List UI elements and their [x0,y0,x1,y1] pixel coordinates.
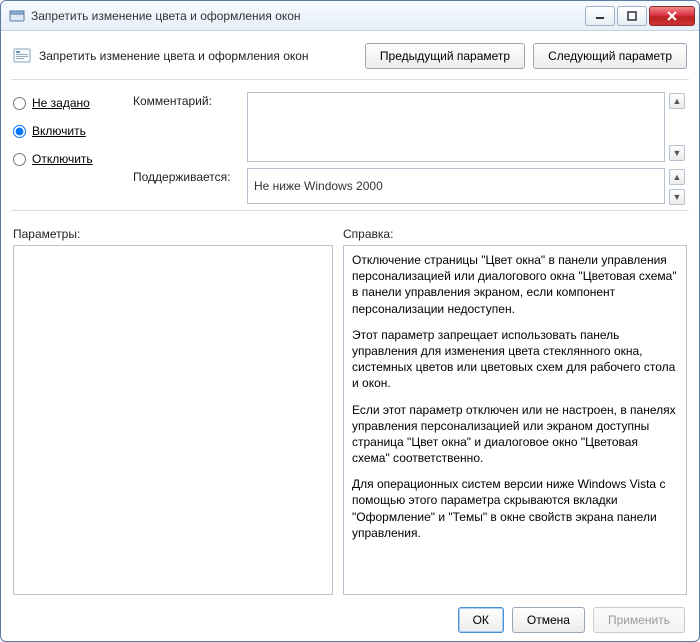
help-paragraph: Отключение страницы "Цвет окна" в панели… [352,252,678,317]
radio-not-configured-label[interactable]: Не задано [32,96,90,110]
maximize-button[interactable] [617,6,647,26]
comment-scrollbar[interactable]: ▲ ▼ [669,92,687,162]
close-button[interactable] [649,6,695,26]
content-row: Параметры: Справка: Отключение страницы … [11,217,689,599]
radio-not-configured[interactable]: Не задано [13,96,123,110]
radio-disabled-label[interactable]: Отключить [32,152,93,166]
scroll-down-icon[interactable]: ▼ [669,145,685,161]
minimize-button[interactable] [585,6,615,26]
titlebar: Запретить изменение цвета и оформления о… [1,1,699,31]
help-box[interactable]: Отключение страницы "Цвет окна" в панели… [343,245,687,595]
window-controls [585,6,695,26]
supported-scrollbar[interactable]: ▲ ▼ [669,168,687,206]
supported-label: Поддерживается: [133,168,243,184]
radio-enabled-label[interactable]: Включить [32,124,86,138]
cancel-button[interactable]: Отмена [512,607,585,633]
previous-setting-button[interactable]: Предыдущий параметр [365,43,525,69]
comment-textarea[interactable] [247,92,665,162]
radio-disabled[interactable]: Отключить [13,152,123,166]
apply-button[interactable]: Применить [593,607,685,633]
separator [11,210,689,211]
parameters-box[interactable] [13,245,333,595]
parameters-column: Параметры: [13,227,333,595]
window-title: Запретить изменение цвета и оформления о… [31,9,585,23]
fields-column: Комментарий: ▲ ▼ Поддерживается: Не ниже… [133,92,687,206]
client-area: Запретить изменение цвета и оформления о… [1,31,699,641]
radio-enabled[interactable]: Включить [13,124,123,138]
help-column: Справка: Отключение страницы "Цвет окна"… [343,227,687,595]
scroll-up-icon[interactable]: ▲ [669,169,685,185]
group-policy-editor-window: Запретить изменение цвета и оформления о… [0,0,700,642]
policy-icon [13,47,31,65]
comment-label: Комментарий: [133,92,243,108]
dialog-footer: ОК Отмена Применить [11,599,689,635]
supported-box: Не ниже Windows 2000 [247,168,665,204]
parameters-label: Параметры: [13,227,333,241]
help-paragraph: Этот параметр запрещает использовать пан… [352,327,678,392]
radio-not-configured-input[interactable] [13,97,26,110]
help-label: Справка: [343,227,687,241]
next-setting-button[interactable]: Следующий параметр [533,43,687,69]
scroll-down-icon[interactable]: ▼ [669,189,685,205]
policy-title: Запретить изменение цвета и оформления о… [39,49,365,63]
radio-disabled-input[interactable] [13,153,26,166]
state-radio-group: Не задано Включить Отключить [13,92,123,206]
policy-header: Запретить изменение цвета и оформления о… [11,39,689,79]
app-icon [9,8,25,24]
nav-buttons: Предыдущий параметр Следующий параметр [365,43,687,69]
ok-button[interactable]: ОК [458,607,504,633]
separator [11,79,689,80]
help-paragraph: Для операционных систем версии ниже Wind… [352,476,678,541]
scroll-up-icon[interactable]: ▲ [669,93,685,109]
help-paragraph: Если этот параметр отключен или не настр… [352,402,678,467]
radio-enabled-input[interactable] [13,125,26,138]
settings-row: Не задано Включить Отключить Комментарий… [11,86,689,210]
